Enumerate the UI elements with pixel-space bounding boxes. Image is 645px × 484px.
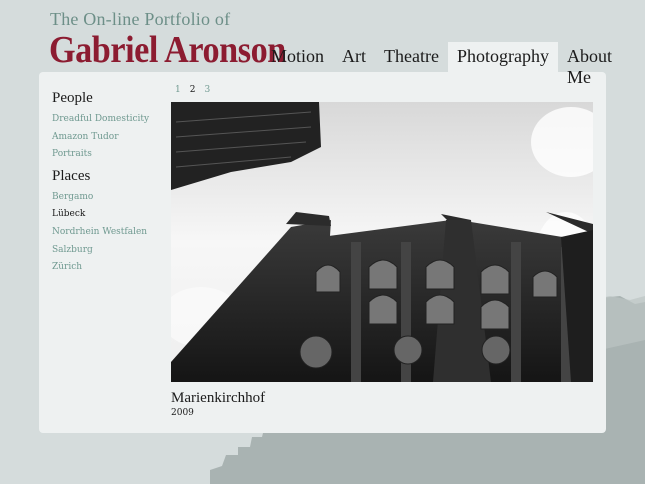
sidebar-item-lubeck[interactable]: Lübeck [52, 206, 162, 224]
sidebar-item-salzburg[interactable]: Salzburg [52, 242, 162, 260]
site-tagline: The On-line Portfolio of [50, 9, 231, 29]
page-link-2[interactable]: 2 [190, 85, 196, 95]
nav-theatre[interactable]: Theatre [375, 42, 448, 72]
photo-pager: 1 2 3 [175, 85, 210, 95]
site-title[interactable]: Gabriel Aronson [49, 28, 286, 72]
photo-year: 2009 [171, 408, 194, 418]
sidebar-item-portraits[interactable]: Portraits [52, 146, 162, 164]
photo-title: Marienkirchhof [171, 390, 266, 406]
sidebar-item-amazon-tudor[interactable]: Amazon Tudor [52, 129, 162, 147]
nav-art[interactable]: Art [333, 42, 375, 72]
content-panel: People Dreadful Domesticity Amazon Tudor… [39, 72, 606, 433]
gallery-photo[interactable] [171, 102, 593, 382]
people-heading: People [52, 90, 93, 106]
church-photo-image [171, 102, 593, 382]
places-heading: Places [52, 167, 91, 184]
sidebar-item-bergamo[interactable]: Bergamo [52, 189, 162, 207]
nav-photography[interactable]: Photography [447, 42, 558, 72]
page-link-1[interactable]: 1 [175, 85, 181, 95]
gallery-sidebar: People Dreadful Domesticity Amazon Tudor… [52, 90, 162, 277]
nav-about-me[interactable]: About Me [558, 42, 645, 87]
page-link-3[interactable]: 3 [204, 85, 210, 95]
sidebar-item-zurich[interactable]: Zürich [52, 259, 162, 277]
sidebar-item-dreadful-domesticity[interactable]: Dreadful Domesticity [52, 111, 162, 129]
main-nav: Motion Art Theatre Photography About Me [262, 42, 645, 87]
nav-motion[interactable]: Motion [262, 42, 333, 72]
sidebar-item-nordrhein-westfalen[interactable]: Nordrhein Westfalen [52, 224, 162, 242]
